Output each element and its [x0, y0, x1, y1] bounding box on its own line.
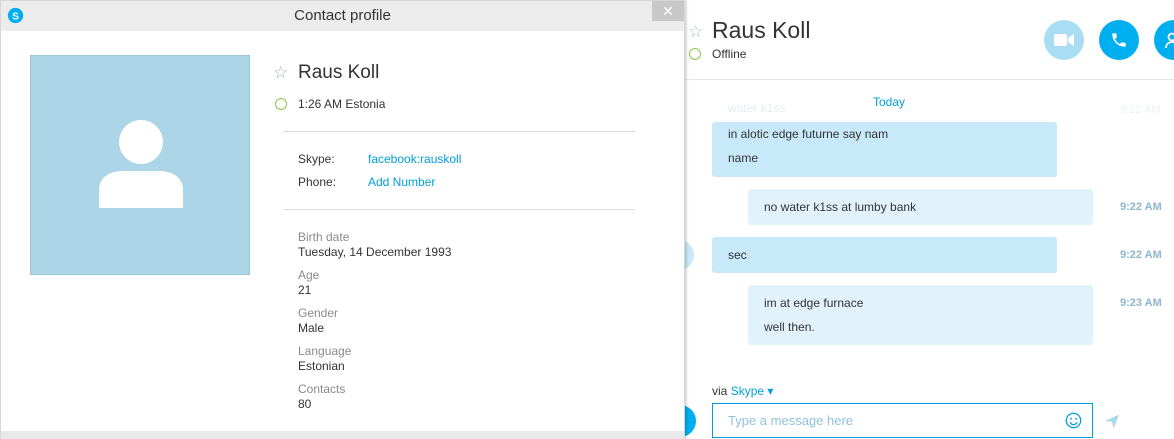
contacts-label: Contacts	[298, 382, 346, 396]
message-text: name	[728, 151, 759, 165]
presence-status-icon	[275, 98, 287, 110]
chat-contact-status: Offline	[712, 47, 747, 61]
skype-id-link[interactable]: facebook:rauskoll	[368, 152, 461, 166]
close-button[interactable]: ✕	[652, 1, 684, 21]
video-camera-icon	[1054, 34, 1074, 46]
divider	[283, 131, 635, 132]
day-separator: Today	[873, 95, 906, 109]
favorite-star-icon[interactable]: ☆	[273, 63, 288, 83]
favorite-star-icon[interactable]: ☆	[688, 22, 703, 42]
age-value: 21	[298, 283, 312, 297]
via-service-link[interactable]: Skype	[731, 384, 764, 398]
message-text: no water k1ss at lumby bank	[764, 200, 917, 214]
window-title: Contact profile	[294, 7, 391, 24]
gender-label: Gender	[298, 306, 339, 320]
audio-call-button[interactable]	[1099, 20, 1139, 60]
language-label: Language	[298, 344, 352, 358]
faded-message: water k1ss	[728, 101, 786, 115]
presence-status-icon	[689, 48, 701, 60]
message-bubble-incoming[interactable]: sec	[712, 237, 1057, 273]
message-bubble-incoming[interactable]: in alotic edge futurne say nam name	[712, 122, 1057, 177]
skype-label: Skype:	[298, 152, 335, 166]
phone-label: Phone:	[298, 175, 337, 189]
message-time: 9:23 AM	[1120, 297, 1162, 309]
chat-contact-name[interactable]: Raus Koll	[712, 17, 810, 44]
message-text: well then.	[764, 320, 815, 334]
message-time: 9:22 AM	[1120, 201, 1162, 213]
profile-avatar[interactable]	[30, 55, 250, 275]
gender-value: Male	[298, 321, 325, 335]
message-text: sec	[728, 248, 747, 262]
via-service-selector[interactable]: via Skype ▾	[712, 384, 773, 398]
smiley-icon[interactable]	[1065, 412, 1082, 429]
phone-icon	[1112, 33, 1126, 47]
default-person-icon	[99, 120, 183, 208]
profile-local-time: 1:26 AM Estonia	[298, 97, 386, 111]
message-bubble-outgoing[interactable]: im at edge furnace well then.	[748, 285, 1093, 345]
send-icon[interactable]	[1104, 413, 1120, 429]
age-label: Age	[298, 268, 320, 282]
message-time: 9:22 AM	[1120, 249, 1162, 261]
birth-date-label: Birth date	[298, 230, 350, 244]
divider	[283, 209, 635, 210]
birth-date-value: Tuesday, 14 December 1993	[298, 245, 452, 259]
add-person-icon	[1165, 32, 1174, 49]
chevron-down-icon[interactable]: ▾	[767, 384, 773, 398]
message-bubble-outgoing[interactable]: no water k1ss at lumby bank	[748, 189, 1093, 225]
message-text: im at edge furnace	[764, 296, 864, 310]
window-bottom-edge	[1, 431, 684, 439]
contact-profile-window: S Contact profile ✕ ☆ Raus Koll 1:26 AM …	[0, 0, 685, 439]
message-composer[interactable]	[712, 403, 1093, 438]
faded-message-time: 9:22 AM	[1120, 104, 1161, 116]
title-bar[interactable]: S Contact profile ✕	[1, 1, 684, 31]
profile-name: Raus Koll	[298, 62, 380, 83]
contacts-value: 80	[298, 397, 312, 411]
language-value: Estonian	[298, 359, 345, 373]
message-text: in alotic edge futurne say nam	[728, 127, 889, 141]
close-icon: ✕	[662, 2, 674, 19]
video-call-button[interactable]	[1044, 20, 1084, 60]
message-input[interactable]	[713, 404, 1053, 437]
via-prefix: via	[712, 384, 728, 398]
add-number-link[interactable]: Add Number	[368, 175, 435, 189]
